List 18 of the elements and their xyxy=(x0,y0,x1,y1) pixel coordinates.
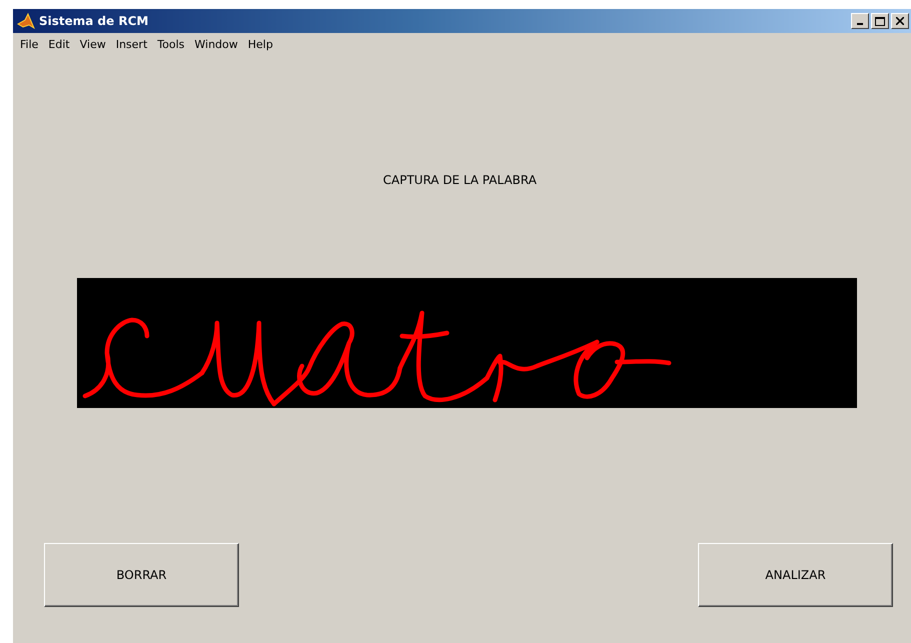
close-icon xyxy=(896,17,904,25)
menu-item[interactable]: Tools xyxy=(152,36,190,57)
menu-item[interactable]: Help xyxy=(242,36,278,57)
handwriting-drawing[interactable] xyxy=(77,278,857,408)
menu-item[interactable]: Insert xyxy=(110,36,152,57)
maximize-button[interactable] xyxy=(871,13,889,29)
maximize-icon xyxy=(875,16,885,26)
window-title: Sistema de RCM xyxy=(39,14,150,28)
menu-item[interactable]: View xyxy=(74,36,111,57)
clear-button[interactable]: BORRAR xyxy=(44,543,239,607)
menu-item[interactable]: File xyxy=(15,36,44,57)
capture-label: CAPTURA DE LA PALABRA xyxy=(383,173,537,187)
menu-item[interactable]: Window xyxy=(190,36,243,57)
menu-item[interactable]: Edit xyxy=(43,36,75,57)
close-button[interactable] xyxy=(891,13,909,29)
analyze-button[interactable]: ANALIZAR xyxy=(698,543,893,607)
app-logo-icon xyxy=(17,12,35,30)
minimize-button[interactable] xyxy=(851,13,869,29)
